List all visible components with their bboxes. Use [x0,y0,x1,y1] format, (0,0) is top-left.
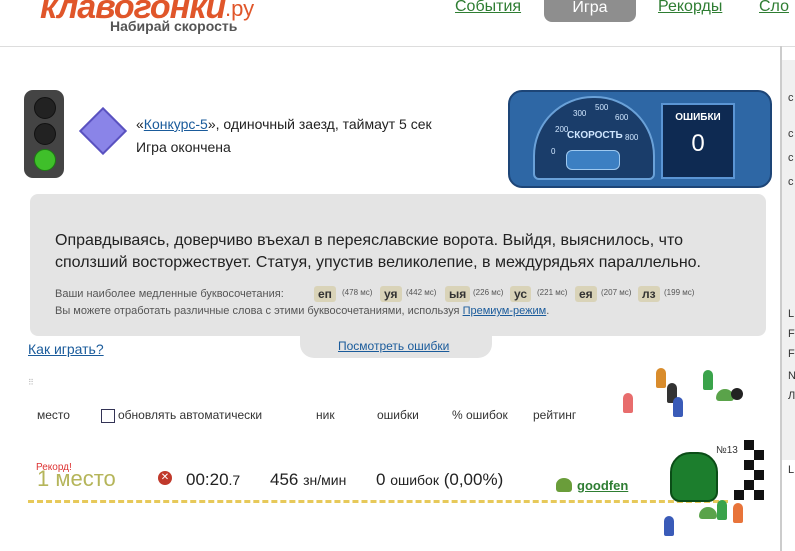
scale-tick-label: 300 [573,109,587,118]
spectator-icon [733,503,743,523]
right-sidebar-char: N [788,370,795,382]
finish-flag-icon [744,480,754,490]
right-sidebar-char: F [788,348,795,360]
site-tagline: Набирай скорость [110,18,238,34]
turtle-icon [699,507,717,519]
practice-hint: Вы можете отработать различные слова с э… [55,305,549,317]
slow-combo: ус [510,286,532,302]
practice-hint-text: Вы можете отработать различные слова с э… [55,305,460,317]
result-errors: 0 ошибок (0,00%) [376,470,503,490]
result-time-main: 00:20 [186,470,229,489]
spectator-icon [623,393,633,413]
slow-combo: ыя [445,286,471,302]
how-to-play-link[interactable]: Как играть? [28,341,104,357]
column-rating: рейтинг [533,408,577,422]
finish-flag-icon [754,490,764,500]
view-errors-link[interactable]: Посмотреть ошибки [338,339,449,353]
scale-tick-label: 600 [615,113,629,122]
column-errors: ошибки [377,408,419,422]
auto-update-checkbox[interactable] [101,409,115,423]
race-info-suffix: », одиночный заезд, таймаут 5 сек [207,116,432,132]
spectator-icon [656,368,666,388]
result-errors-percent: (0,00%) [443,470,504,489]
finish-flag-icon [734,490,744,500]
result-speed-unit: зн/мин [303,472,347,488]
slow-combo: уя [380,286,402,302]
finish-flag-icon [754,470,764,480]
right-sidebar-char: с [788,152,794,164]
scale-tick-label: 0 [551,147,556,156]
spectator-icon [717,500,727,520]
traffic-lamp-yellow [34,123,56,145]
result-errors-number: 0 [376,470,386,489]
slow-combo-time: (207 мс) [601,288,632,297]
track-line [28,500,728,503]
result-speed-value: 456 [270,470,299,489]
player-nick-link[interactable]: goodfen [577,478,628,493]
traffic-lamp-red [34,97,56,119]
slow-combo-time: (478 мс) [342,288,373,297]
errors-label: ОШИБКИ [675,112,721,123]
nav-vocabularies[interactable]: Сло [759,0,789,16]
slow-combo-time: (221 мс) [537,288,568,297]
column-nick: ник [316,408,335,422]
column-error-pct: % ошибок [452,408,508,422]
right-sidebar-char: L [788,464,795,476]
errors-count: 0 [691,130,705,157]
spectator-icon [664,516,674,536]
column-place: место [37,408,70,422]
finish-flag-icon [744,460,754,470]
tire-icon [731,388,743,400]
nav-records[interactable]: Рекорды [658,0,722,16]
scale-tick-label: 800 [625,133,639,142]
slow-combo: еп [314,286,336,302]
right-sidebar-char: Л [788,390,795,402]
right-sidebar-char: F [788,328,795,340]
finish-flag-icon [754,450,764,460]
user-rank-icon [556,478,572,492]
right-sidebar-char: L [788,308,795,320]
race-text: Оправдываясь, доверчиво въехал в переясл… [55,232,701,271]
result-time-fraction: .7 [228,472,241,488]
result-speed: 456 зн/мин [270,470,346,490]
result-time: 00:20.7 [186,470,240,490]
nav-game-active[interactable]: Игра [544,0,636,22]
close-icon[interactable]: ✕ [158,471,172,485]
drag-handle-icon[interactable]: ⠿ [28,378,34,387]
right-sidebar-char: с [788,176,794,188]
slow-combo-time: (199 мс) [664,288,695,297]
car-number: №13 [716,445,738,456]
finish-flag-icon [744,440,754,450]
race-status: Игра окончена [136,139,231,155]
slow-combo: лз [638,286,660,302]
spectator-icon [703,370,713,390]
premium-mode-link[interactable]: Премиум-режим [463,305,547,317]
spectator-icon [673,397,683,417]
race-car-icon [670,452,718,502]
result-place: 1 место [37,466,116,491]
speed-display [566,150,620,170]
race-mode-link[interactable]: Конкурс-5 [144,116,208,132]
slow-combo-time: (442 мс) [406,288,437,297]
traffic-light-icon [24,90,64,178]
race-mode-diamond-icon [78,106,128,156]
race-info-prefix: « [136,116,144,132]
slow-combo-time: (226 мс) [473,288,504,297]
scale-tick-label: 500 [595,103,609,112]
slow-combos-label: Ваши наиболее медленные буквосочетания: [55,288,284,300]
race-info: «Конкурс-5», одиночный заезд, таймаут 5 … [136,116,432,132]
right-sidebar-char: с [788,128,794,140]
right-sidebar-char: с [788,92,794,104]
practice-hint-period: . [546,305,550,317]
result-errors-text: ошибок [390,472,439,488]
nav-events[interactable]: События [455,0,521,16]
auto-update-label: обновлять автоматически [118,408,263,422]
slow-combo: ея [575,286,597,302]
speed-label: СКОРОСТЬ [567,130,623,141]
traffic-lamp-green [34,149,56,171]
